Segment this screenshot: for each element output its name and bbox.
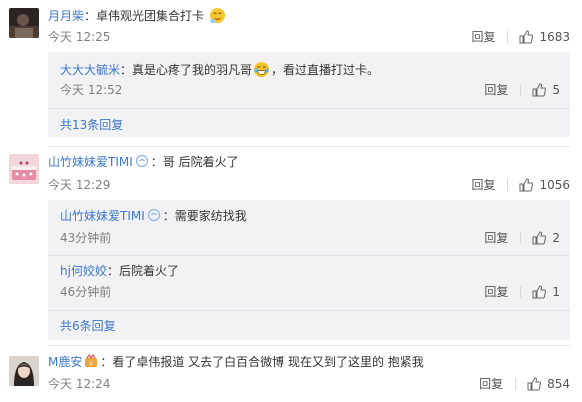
thumbs-up-icon	[527, 377, 542, 391]
reply-item: 山竹妹妹爱TIMI ：需要家纺找我 43分钟前 回复 2	[48, 200, 570, 252]
comment-item: M鹿安 V ：看了卓伟报道 又去了白百合微博 现在又到了这里的 抱紧我 今天 1…	[0, 346, 582, 402]
comment-item: 山竹妹妹爱TIMI ：哥 后院着火了 今天 12:29 回复 1056 山竹妹妹…	[0, 147, 582, 342]
reply-time: 今天 12:52	[60, 83, 123, 97]
divider	[520, 84, 522, 96]
reply-text: ，看过直播打过卡。	[271, 63, 380, 77]
like-button[interactable]: 5	[532, 82, 560, 98]
divider	[48, 310, 570, 311]
divider	[515, 378, 517, 390]
comment-text: ：看了卓伟报道 又去了白百合微博 现在又到了这里的 抱紧我	[100, 355, 424, 369]
divider	[520, 286, 522, 298]
comment-time: 今天 12:25	[48, 30, 111, 44]
crown-badge-icon: V	[85, 354, 98, 368]
reply-text: ：需要家纺找我	[162, 209, 247, 223]
avatar[interactable]	[9, 154, 39, 184]
reply-item: hj何姣姣：后院着火了 46分钟前 回复 1	[48, 256, 570, 308]
divider	[520, 232, 522, 244]
more-replies-link[interactable]: 共13条回复	[60, 117, 123, 133]
thumbs-up-icon	[532, 231, 547, 245]
thumbs-up-icon	[532, 83, 547, 97]
divider	[507, 179, 509, 191]
like-count: 854	[547, 377, 570, 391]
more-replies-link[interactable]: 共6条回复	[60, 318, 116, 334]
dark-photo-avatar-icon	[9, 8, 39, 38]
like-count: 1683	[539, 30, 570, 44]
comment-username[interactable]: 山竹妹妹爱TIMI	[48, 155, 133, 169]
like-button[interactable]: 2	[532, 230, 560, 246]
membership-badge-icon	[147, 208, 160, 222]
comment-username[interactable]: 月月柴	[48, 9, 84, 23]
comment-text: ：哥 后院着火了	[150, 155, 239, 169]
reply-username[interactable]: 大大大毓米	[60, 63, 120, 77]
reply-actions: 回复 2	[484, 230, 560, 246]
thumbs-up-icon	[519, 178, 534, 192]
avatar[interactable]	[9, 8, 39, 38]
like-button[interactable]: 1683	[519, 29, 570, 45]
reply-time: 46分钟前	[60, 285, 112, 299]
avatar[interactable]	[9, 356, 39, 386]
reply-time: 43分钟前	[60, 231, 112, 245]
reply-username[interactable]: 山竹妹妹爱TIMI	[60, 209, 145, 223]
like-count: 2	[552, 231, 560, 245]
reply-actions: 回复 5	[484, 82, 560, 98]
membership-badge-icon	[135, 154, 148, 168]
comment-time: 今天 12:24	[48, 377, 111, 391]
comment-item: 月月柴：卓伟观光团集合打卡 今天 12:25 回复 1683 大大大毓米：真是心…	[0, 0, 582, 140]
reply-button[interactable]: 回复	[484, 284, 508, 300]
reply-username[interactable]: hj何姣姣	[60, 264, 107, 278]
comment-text: ：卓伟观光团集合打卡	[84, 9, 205, 23]
thumbs-up-icon	[519, 30, 534, 44]
comment-time: 今天 12:29	[48, 178, 111, 192]
comment-actions: 回复 854	[479, 376, 570, 392]
divider	[48, 108, 570, 109]
girl-photo-avatar-icon	[9, 356, 39, 386]
reply-actions: 回复 1	[484, 284, 560, 300]
laughing-emoji-icon	[253, 61, 270, 78]
thumbs-up-icon	[532, 285, 547, 299]
reply-box: 山竹妹妹爱TIMI ：需要家纺找我 43分钟前 回复 2 hj何姣姣：后院着火了…	[48, 200, 570, 340]
divider	[507, 31, 509, 43]
reply-button[interactable]: 回复	[479, 376, 503, 392]
reply-button[interactable]: 回复	[471, 29, 495, 45]
like-button[interactable]: 854	[527, 376, 570, 392]
like-button[interactable]: 1	[532, 284, 560, 300]
reply-box: 大大大毓米：真是心疼了我的羽凡哥 ，看过直播打过卡。 今天 12:52 回复 5	[48, 52, 570, 137]
pray-emoji-icon	[209, 7, 225, 24]
reply-button[interactable]: 回复	[484, 230, 508, 246]
cake-photo-avatar-icon	[9, 154, 39, 184]
reply-button[interactable]: 回复	[471, 177, 495, 193]
reply-text: ：后院着火了	[106, 264, 179, 278]
reply-item: 大大大毓米：真是心疼了我的羽凡哥 ，看过直播打过卡。 今天 12:52 回复 5	[48, 52, 570, 104]
reply-button[interactable]: 回复	[484, 82, 508, 98]
comment-actions: 回复 1683	[471, 29, 570, 45]
comment-actions: 回复 1056	[471, 177, 570, 193]
like-count: 1	[552, 285, 560, 299]
like-count: 1056	[539, 178, 570, 192]
like-count: 5	[552, 83, 560, 97]
reply-text: ：真是心疼了我的羽凡哥	[120, 63, 253, 77]
comment-username[interactable]: M鹿安	[48, 355, 82, 369]
like-button[interactable]: 1056	[519, 177, 570, 193]
